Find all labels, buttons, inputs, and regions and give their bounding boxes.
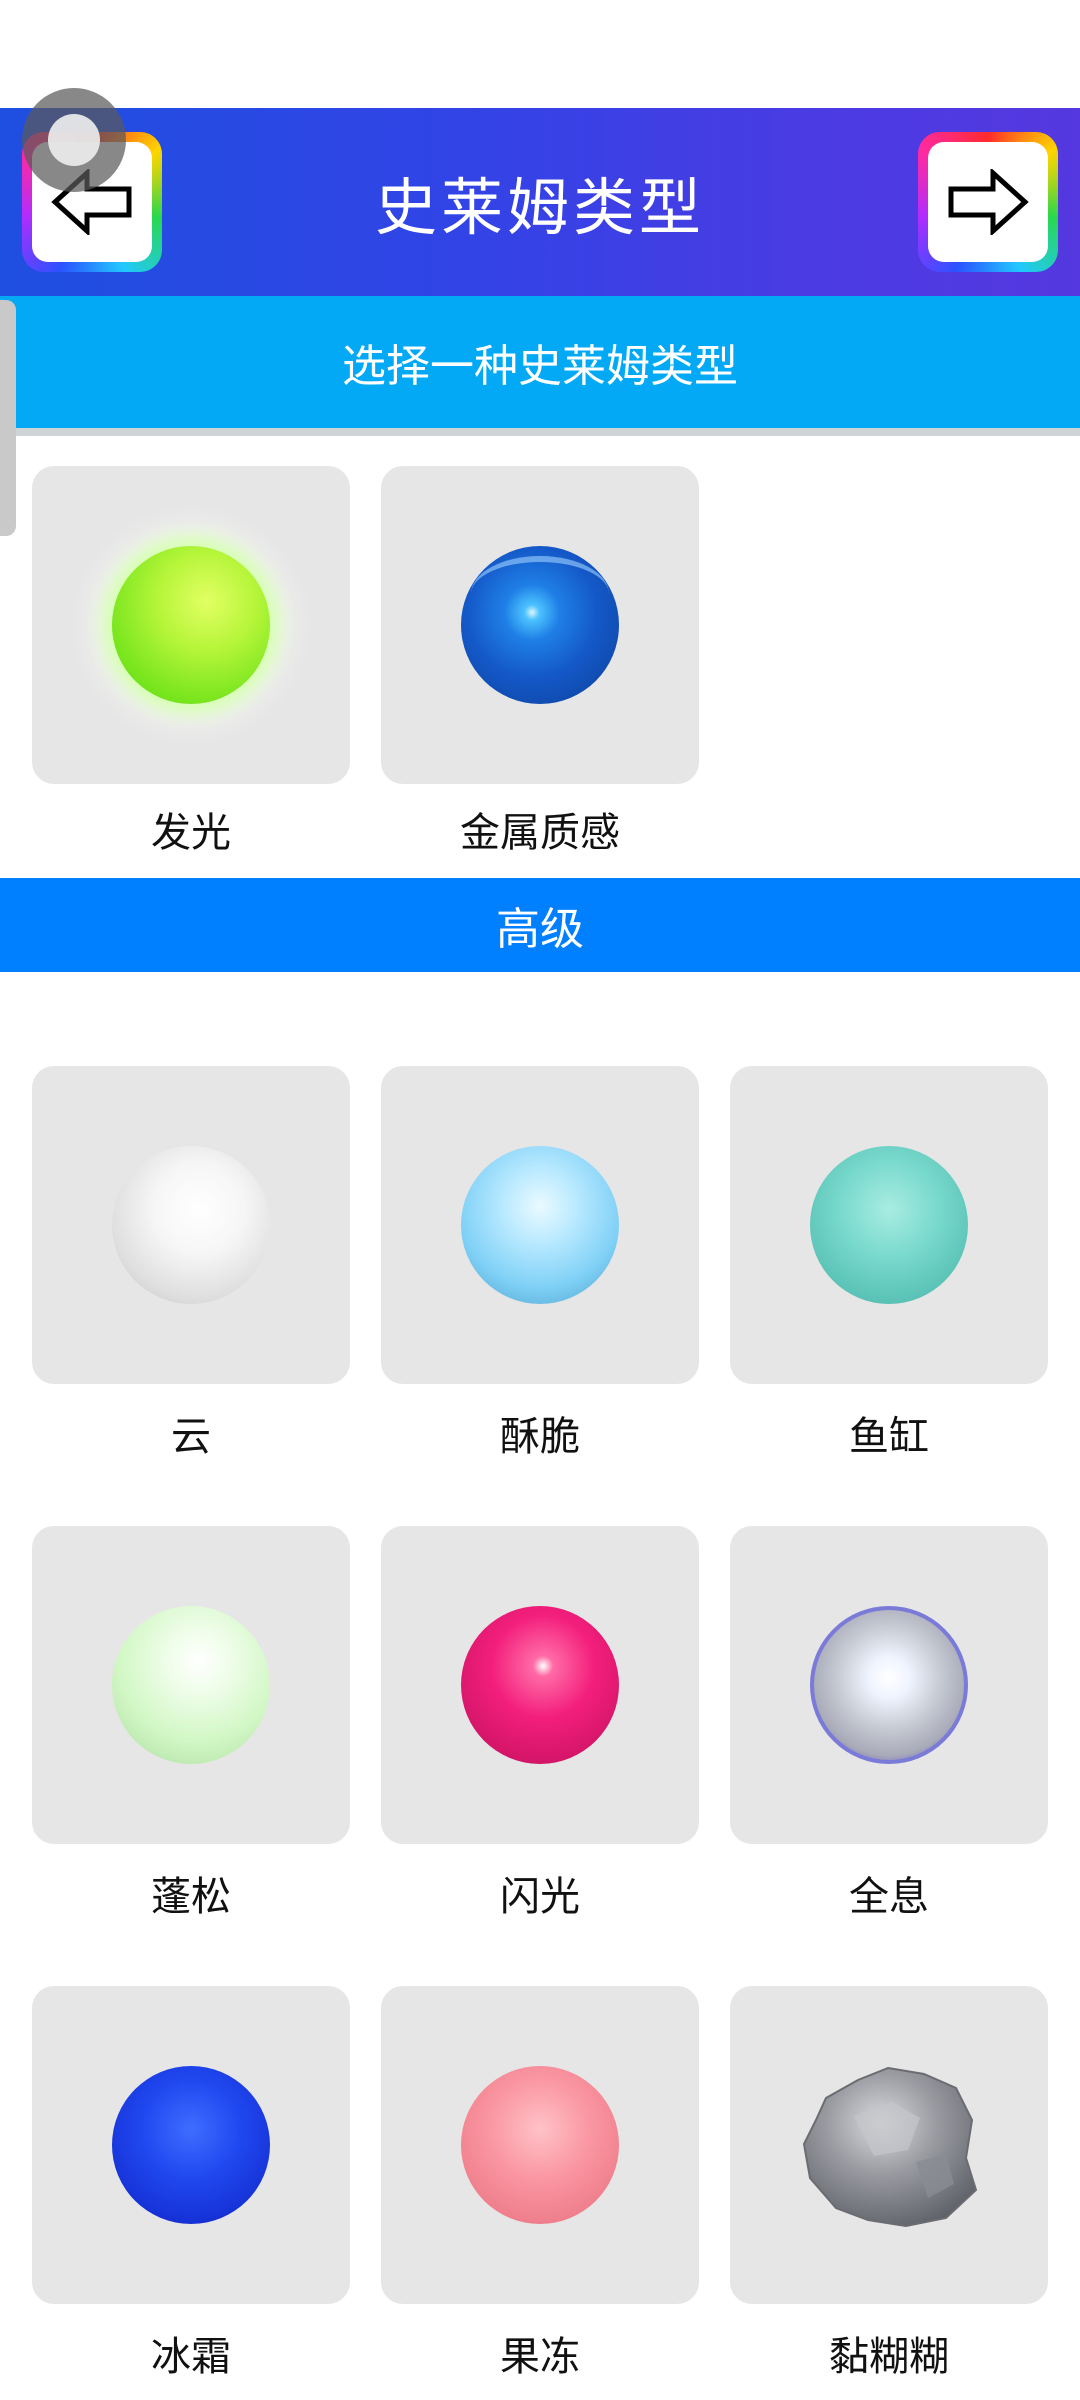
pink-jelly-sphere-icon bbox=[461, 2066, 619, 2224]
slime-card-goo[interactable] bbox=[730, 1986, 1048, 2304]
next-button[interactable] bbox=[918, 132, 1058, 272]
pink-glitter-sphere-icon bbox=[461, 1606, 619, 1764]
slime-label-holographic: 全息 bbox=[849, 1874, 929, 1920]
holographic-sphere-icon bbox=[810, 1606, 968, 1764]
slime-label-fluffy: 蓬松 bbox=[151, 1874, 231, 1920]
metallic-blue-sphere-icon bbox=[461, 546, 619, 704]
blue-frost-sphere-icon bbox=[112, 2066, 270, 2224]
slime-label-frost: 冰霜 bbox=[151, 2334, 231, 2380]
edge-handle[interactable] bbox=[0, 300, 16, 536]
slime-card-holographic[interactable] bbox=[730, 1526, 1048, 1844]
slime-label-glow: 发光 bbox=[151, 810, 231, 856]
teal-sphere-icon bbox=[810, 1146, 968, 1304]
glowing-green-sphere-icon bbox=[112, 546, 270, 704]
slime-card-frost[interactable] bbox=[32, 1986, 350, 2304]
arrow-right-icon bbox=[948, 169, 1029, 235]
choose-type-banner: 选择一种史莱姆类型 bbox=[0, 296, 1080, 436]
slime-card-cloud[interactable] bbox=[32, 1066, 350, 1384]
grey-goo-blob-icon bbox=[802, 2066, 978, 2228]
slime-label-jelly: 果冻 bbox=[500, 2334, 580, 2380]
slime-label-cloud: 云 bbox=[171, 1414, 211, 1460]
slime-label-metallic: 金属质感 bbox=[460, 810, 620, 856]
slime-card-crispy[interactable] bbox=[381, 1066, 699, 1384]
slime-label-crispy: 酥脆 bbox=[500, 1414, 580, 1460]
slime-card-fishbowl[interactable] bbox=[730, 1066, 1048, 1384]
section-header-advanced: 高级 bbox=[0, 878, 1080, 972]
light-blue-crispy-sphere-icon bbox=[461, 1146, 619, 1304]
slime-label-goo: 黏糊糊 bbox=[829, 2334, 949, 2380]
slime-label-fishbowl: 鱼缸 bbox=[849, 1414, 929, 1460]
touch-indicator bbox=[22, 88, 126, 192]
top-header: 史莱姆类型 bbox=[0, 108, 1080, 296]
slime-card-metallic[interactable] bbox=[381, 466, 699, 784]
pale-green-fluffy-sphere-icon bbox=[112, 1606, 270, 1764]
slime-card-jelly[interactable] bbox=[381, 1986, 699, 2304]
slime-card-glow[interactable] bbox=[32, 466, 350, 784]
slime-label-glitter: 闪光 bbox=[500, 1874, 580, 1920]
white-cloud-sphere-icon bbox=[112, 1146, 270, 1304]
slime-card-glitter[interactable] bbox=[381, 1526, 699, 1844]
slime-card-fluffy[interactable] bbox=[32, 1526, 350, 1844]
